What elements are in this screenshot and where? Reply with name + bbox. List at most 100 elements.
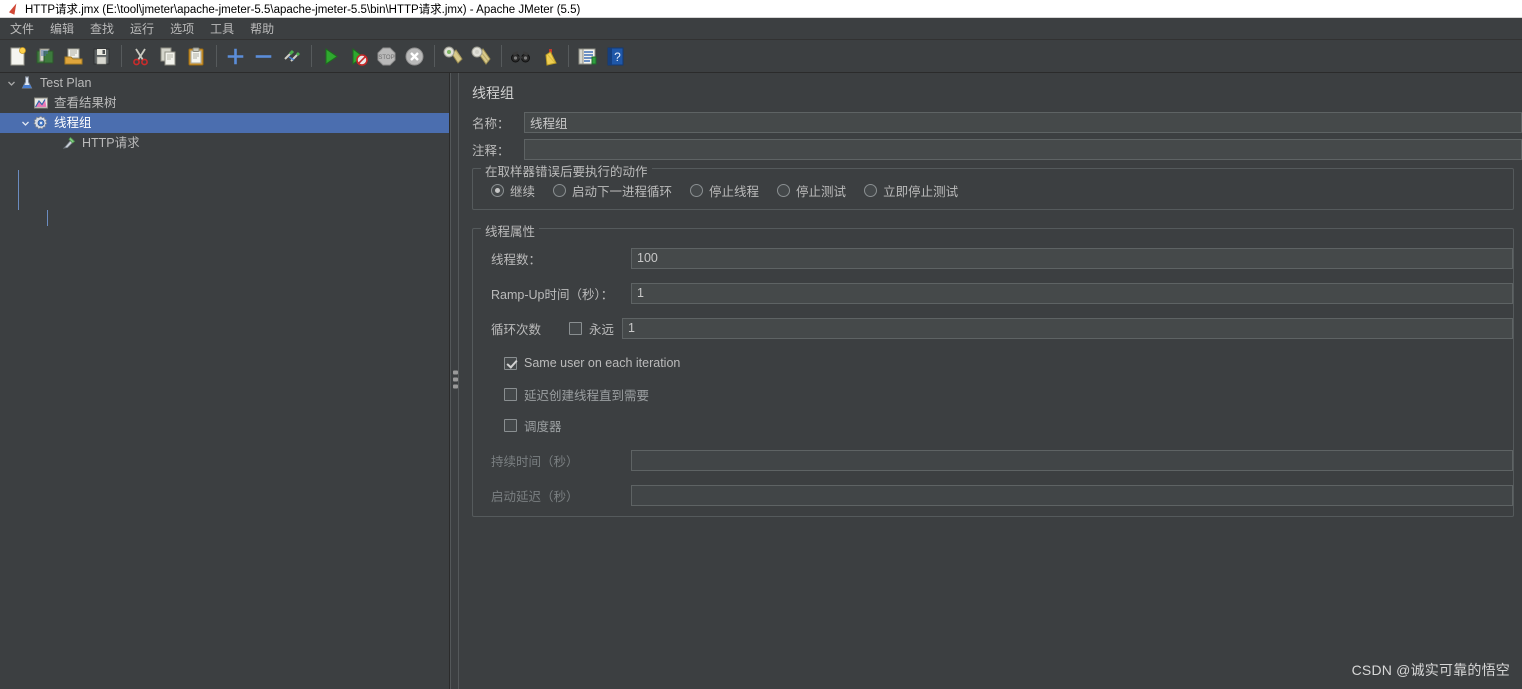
radio-label: 启动下一进程循环 [572, 184, 673, 199]
tree-node-label: HTTP请求 [82, 136, 140, 150]
menu-run[interactable]: 运行 [122, 18, 162, 39]
scheduler-checkbox[interactable]: 调度器 [473, 414, 1513, 436]
svg-text:STOP: STOP [378, 55, 394, 61]
toggle-icon[interactable] [278, 43, 305, 70]
function-helper-icon[interactable] [574, 43, 601, 70]
same-user-checkbox[interactable]: Same user on each iteration [473, 352, 1513, 374]
page-title: 线程组 [472, 85, 514, 101]
ramp-up-label: Ramp-Up时间（秒）： [491, 287, 614, 302]
tree-node-test-plan[interactable]: Test Plan [0, 73, 449, 93]
checkbox-checked-icon [504, 356, 517, 370]
error-action-legend: 在取样器错误后要执行的动作 [481, 161, 652, 180]
tree-node-view-results-tree[interactable]: 查看结果树 [0, 93, 449, 113]
menu-tools[interactable]: 工具 [202, 18, 242, 39]
test-plan-tree[interactable]: Test Plan 查看结果树 线程组 HTTP请求 [0, 73, 450, 689]
checkbox-box-icon [504, 418, 517, 432]
paste-icon[interactable] [183, 43, 210, 70]
toolbar-separator [121, 45, 122, 67]
loop-count-row: 循环次数 永远 [473, 317, 1513, 339]
radio-mark-icon [553, 183, 567, 197]
loop-count-input[interactable] [622, 317, 1513, 339]
jmeter-window: HTTP请求.jmx (E:\tool\jmeter\apache-jmeter… [0, 0, 1522, 689]
name-input[interactable] [524, 111, 1522, 133]
save-icon[interactable] [88, 43, 115, 70]
radio-start-next-loop[interactable]: 启动下一进程循环 [553, 181, 672, 200]
tree-node-label: 线程组 [54, 116, 92, 130]
search-icon[interactable] [507, 43, 534, 70]
http-request-icon [60, 134, 78, 152]
loop-forever-label: 永远 [589, 322, 615, 337]
tree-node-label: 查看结果树 [54, 96, 117, 110]
comment-label: 注释： [472, 143, 510, 158]
svg-text:?: ? [614, 50, 621, 64]
name-row: 名称： [459, 111, 1522, 133]
error-action-group: 在取样器错误后要执行的动作 继续 启动下一进程循环 停止线程 停止测试 立即停止… [472, 161, 1514, 210]
startup-delay-input[interactable] [631, 484, 1513, 506]
radio-continue[interactable]: 继续 [491, 181, 535, 200]
delayed-start-checkbox[interactable]: 延迟创建线程直到需要 [473, 383, 1513, 405]
toolbar: STOP ? [0, 40, 1522, 73]
num-threads-row: 线程数： [473, 247, 1513, 269]
reset-search-icon[interactable] [535, 43, 562, 70]
test-plan-icon [18, 74, 36, 92]
menu-edit[interactable]: 编辑 [42, 18, 82, 39]
tree-guide-line [47, 210, 48, 226]
thread-group-editor: 线程组 名称： 注释： 在取样器错误后要执行的动作 继续 [459, 73, 1522, 689]
cut-icon[interactable] [127, 43, 154, 70]
help-icon[interactable]: ? [602, 43, 629, 70]
menu-search[interactable]: 查找 [82, 18, 122, 39]
thread-properties-group: 线程属性 线程数： Ramp-Up时间（秒）： 循环次数 永远 [472, 221, 1514, 517]
duration-row: 持续时间（秒） [473, 449, 1513, 471]
radio-stop-test[interactable]: 停止测试 [777, 181, 846, 200]
radio-mark-icon [690, 183, 704, 197]
menubar: 文件 编辑 查找 运行 选项 工具 帮助 [0, 18, 1522, 40]
radio-label: 继续 [510, 184, 536, 199]
radio-stop-thread[interactable]: 停止线程 [690, 181, 759, 200]
error-action-options: 继续 启动下一进程循环 停止线程 停止测试 立即停止测试 [473, 179, 1513, 201]
menu-file[interactable]: 文件 [2, 18, 42, 39]
ramp-up-input[interactable] [631, 282, 1513, 304]
expand-all-icon[interactable] [222, 43, 249, 70]
chevron-down-icon[interactable] [18, 113, 32, 133]
splitter-grip-icon[interactable] [453, 370, 458, 392]
same-user-label: Same user on each iteration [524, 356, 681, 370]
duration-input[interactable] [631, 449, 1513, 471]
duration-label: 持续时间（秒） [491, 454, 579, 469]
radio-stop-test-now[interactable]: 立即停止测试 [864, 181, 958, 200]
menu-help[interactable]: 帮助 [242, 18, 282, 39]
open-icon[interactable] [60, 43, 87, 70]
tree-node-http-request[interactable]: HTTP请求 [0, 133, 449, 153]
new-icon[interactable] [4, 43, 31, 70]
num-threads-label: 线程数： [491, 252, 542, 267]
startup-delay-label: 启动延迟（秒） [491, 489, 579, 504]
checkbox-box-icon [504, 387, 517, 401]
radio-label: 停止线程 [709, 184, 760, 199]
copy-icon[interactable] [155, 43, 182, 70]
templates-icon[interactable] [32, 43, 59, 70]
collapse-all-icon[interactable] [250, 43, 277, 70]
comment-row: 注释： [459, 138, 1522, 160]
stop-icon[interactable]: STOP [373, 43, 400, 70]
tree-node-label: Test Plan [40, 76, 92, 90]
start-icon[interactable] [317, 43, 344, 70]
watermark-text: CSDN @诚实可靠的悟空 [1351, 662, 1510, 678]
start-no-pause-icon[interactable] [345, 43, 372, 70]
name-label: 名称： [472, 116, 510, 131]
delayed-start-label: 延迟创建线程直到需要 [524, 388, 650, 403]
panel-splitter[interactable] [450, 73, 459, 689]
toolbar-separator [434, 45, 435, 67]
loop-forever-checkbox[interactable]: 永远 [569, 319, 614, 338]
toolbar-separator [311, 45, 312, 67]
jmeter-flask-icon [6, 1, 20, 16]
num-threads-input[interactable] [631, 247, 1513, 269]
tree-node-thread-group[interactable]: 线程组 [0, 113, 449, 133]
window-titlebar: HTTP请求.jmx (E:\tool\jmeter\apache-jmeter… [0, 0, 1522, 18]
shutdown-icon[interactable] [401, 43, 428, 70]
comment-input[interactable] [524, 138, 1522, 160]
menu-options[interactable]: 选项 [162, 18, 202, 39]
chevron-down-icon[interactable] [4, 73, 18, 93]
clear-all-icon[interactable] [468, 43, 495, 70]
clear-icon[interactable] [440, 43, 467, 70]
radio-mark-icon [491, 183, 504, 197]
main-split: Test Plan 查看结果树 线程组 HTTP请求 线程组 名称： 线程组 注… [0, 73, 1522, 689]
